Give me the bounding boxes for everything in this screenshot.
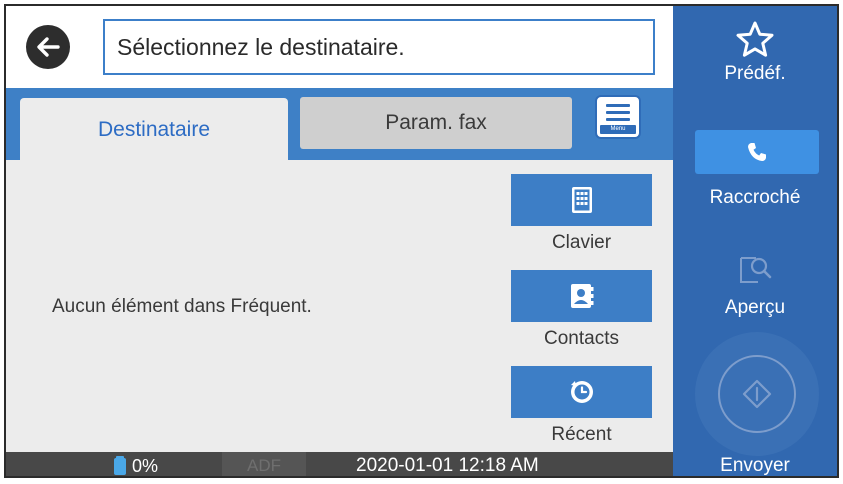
recent-label: Récent <box>551 424 612 445</box>
send-label: Envoyer <box>720 455 790 476</box>
preview-icon <box>740 257 772 283</box>
hangup-label: Raccroché <box>709 187 801 208</box>
preset-button[interactable]: Prédéf. <box>673 20 837 85</box>
recent-icon <box>570 381 593 403</box>
adf-indicator: ADF <box>222 452 306 476</box>
frequent-list: Aucun élément dans Fréquent. Clavier Con… <box>6 160 673 452</box>
send-button[interactable] <box>695 332 819 456</box>
menu-icon <box>606 104 630 107</box>
ink-cartridge-icon <box>114 456 126 475</box>
main-area: Sélectionnez le destinataire. Destinatai… <box>6 6 673 476</box>
tab-destinataire[interactable]: Destinataire <box>20 98 288 160</box>
right-panel: Prédéf. Raccroché Aperçu Envoyer <box>673 6 837 476</box>
recipient-input[interactable]: Sélectionnez le destinataire. <box>103 19 655 75</box>
fax-screen: Sélectionnez le destinataire. Destinatai… <box>4 4 839 478</box>
recent-button[interactable] <box>511 366 652 418</box>
arrow-left-icon <box>37 37 60 57</box>
ink-level: 0% <box>132 456 159 476</box>
menu-button[interactable]: Menu <box>595 95 641 139</box>
status-bar: 0% ADF 2020-01-01 12:18 AM <box>6 452 673 476</box>
top-bar: Sélectionnez le destinataire. <box>6 6 673 88</box>
keypad-label: Clavier <box>551 232 612 253</box>
keypad-icon <box>571 187 592 213</box>
tab-fax-settings[interactable]: Param. fax <box>300 97 572 149</box>
empty-frequent-message: Aucun élément dans Fréquent. <box>52 296 312 317</box>
preview-label: Aperçu <box>724 297 786 318</box>
contacts-button[interactable] <box>511 270 652 322</box>
preset-label: Prédéf. <box>724 63 786 84</box>
datetime: 2020-01-01 12:18 AM <box>356 455 539 476</box>
hangup-button[interactable] <box>695 130 819 174</box>
contacts-icon <box>570 284 593 308</box>
keypad-button[interactable] <box>511 174 652 226</box>
tab-strip: Destinataire Param. fax Menu <box>6 88 673 160</box>
star-icon <box>736 21 774 57</box>
back-button[interactable] <box>26 25 70 69</box>
contacts-label: Contacts <box>544 328 619 349</box>
menu-label: Menu <box>610 126 626 132</box>
start-icon <box>742 379 772 409</box>
phone-icon <box>748 143 766 161</box>
preview-button[interactable]: Aperçu <box>673 252 837 319</box>
